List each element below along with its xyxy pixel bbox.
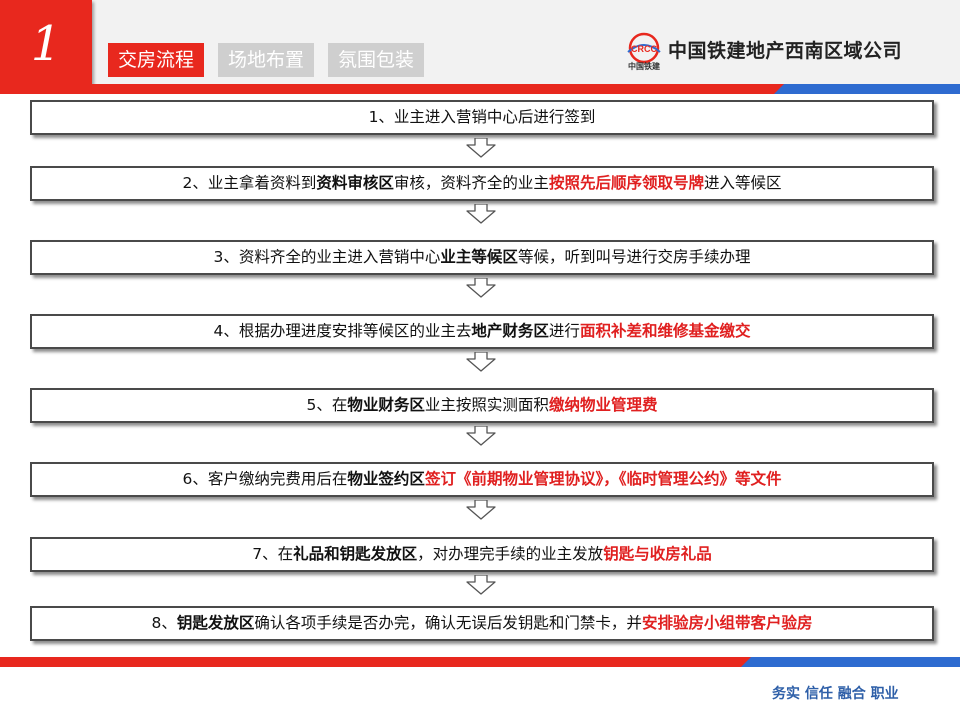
step-text-segment: 安排验房小组带客户验房 bbox=[641, 614, 813, 632]
down-arrow-icon bbox=[466, 352, 496, 372]
step-text-segment: 面积补差和维修基金缴交 bbox=[579, 322, 751, 340]
process-step-1: 1、业主进入营销中心后进行签到 bbox=[30, 100, 934, 135]
step-text-segment: 等候，听到叫号进行交房手续办理 bbox=[517, 248, 751, 266]
step-text-segment: 业主按照实测面积 bbox=[424, 396, 549, 414]
slide-number-box: 1 bbox=[0, 0, 92, 88]
tab-handover-process[interactable]: 交房流程 bbox=[108, 43, 205, 77]
step-text-segment: 1、业主进入营销中心后进行签到 bbox=[368, 108, 596, 126]
step-text-segment: 4、根据办理进度安排等候区的业主去 bbox=[213, 322, 472, 340]
step-text-segment: 签订《前期物业管理协议》，《临时管理公约》等文件 bbox=[424, 470, 782, 488]
header-divider bbox=[0, 84, 960, 94]
down-arrow-icon bbox=[466, 204, 496, 224]
step-text-segment: 2、业主拿着资料到 bbox=[182, 174, 317, 192]
step-text-segment: 业主等候区 bbox=[440, 248, 518, 266]
down-arrow-icon bbox=[466, 500, 496, 520]
step-text-segment: 进行 bbox=[548, 322, 580, 340]
step-text-segment: 资料审核区 bbox=[316, 174, 394, 192]
step-text-segment: 6、客户缴纳完费用后在 bbox=[182, 470, 348, 488]
step-text-segment: 钥匙与收房礼品 bbox=[603, 545, 712, 563]
step-text-segment: 5、在 bbox=[306, 396, 348, 414]
footer-motto: 务实 信任 融合 职业 bbox=[772, 686, 899, 702]
step-text-segment: 缴纳物业管理费 bbox=[548, 396, 658, 414]
process-step-2: 2、业主拿着资料到资料审核区审核，资料齐全的业主按照先后顺序领取号牌进入等候区 bbox=[30, 166, 934, 201]
step-text-segment: 物业财务区 bbox=[347, 396, 425, 414]
down-arrow-icon bbox=[466, 138, 496, 158]
step-text-segment: 按照先后顺序领取号牌 bbox=[548, 174, 704, 192]
down-arrow-icon bbox=[466, 278, 496, 298]
logo-subtitle: 中国铁建 bbox=[628, 62, 660, 71]
step-text-segment: 3、资料齐全的业主进入营销中心 bbox=[213, 248, 441, 266]
step-text-segment: 审核，资料齐全的业主 bbox=[393, 174, 549, 192]
step-text-segment: 确认各项手续是否办完，确认无误后发钥匙和门禁卡，并 bbox=[254, 614, 642, 632]
tab-atmosphere-decoration[interactable]: 氛围包装 bbox=[328, 43, 425, 77]
step-text-segment: 钥匙发放区 bbox=[176, 614, 255, 632]
process-step-3: 3、资料齐全的业主进入营销中心业主等候区等候，听到叫号进行交房手续办理 bbox=[30, 240, 934, 275]
process-step-6: 6、客户缴纳完费用后在物业签约区签订《前期物业管理协议》，《临时管理公约》等文件 bbox=[30, 462, 934, 497]
down-arrow-icon bbox=[466, 426, 496, 446]
company-name: 中国铁建地产西南区域公司 bbox=[668, 40, 903, 62]
step-text-segment: 进入等候区 bbox=[703, 174, 782, 192]
step-text-segment: 物业签约区 bbox=[347, 470, 425, 488]
tab-venue-layout[interactable]: 场地布置 bbox=[218, 43, 315, 77]
step-text-segment: 地产财务区 bbox=[471, 322, 549, 340]
step-text-segment: 礼品和钥匙发放区 bbox=[293, 545, 418, 563]
step-text-segment: 8、 bbox=[151, 614, 177, 632]
slide-number: 1 bbox=[30, 16, 62, 72]
process-step-7: 7、在礼品和钥匙发放区，对办理完手续的业主发放钥匙与收房礼品 bbox=[30, 537, 934, 572]
step-text-segment: ，对办理完手续的业主发放 bbox=[417, 545, 604, 563]
process-step-5: 5、在物业财务区业主按照实测面积缴纳物业管理费 bbox=[30, 388, 934, 423]
process-step-4: 4、根据办理进度安排等候区的业主去地产财务区进行面积补差和维修基金缴交 bbox=[30, 314, 934, 349]
step-text-segment: 7、在 bbox=[252, 545, 294, 563]
footer-divider bbox=[0, 657, 960, 667]
down-arrow-icon bbox=[466, 575, 496, 595]
logo-text: CRCC bbox=[631, 44, 657, 54]
process-step-8: 8、钥匙发放区确认各项手续是否办完，确认无误后发钥匙和门禁卡，并安排验房小组带客… bbox=[30, 606, 934, 641]
